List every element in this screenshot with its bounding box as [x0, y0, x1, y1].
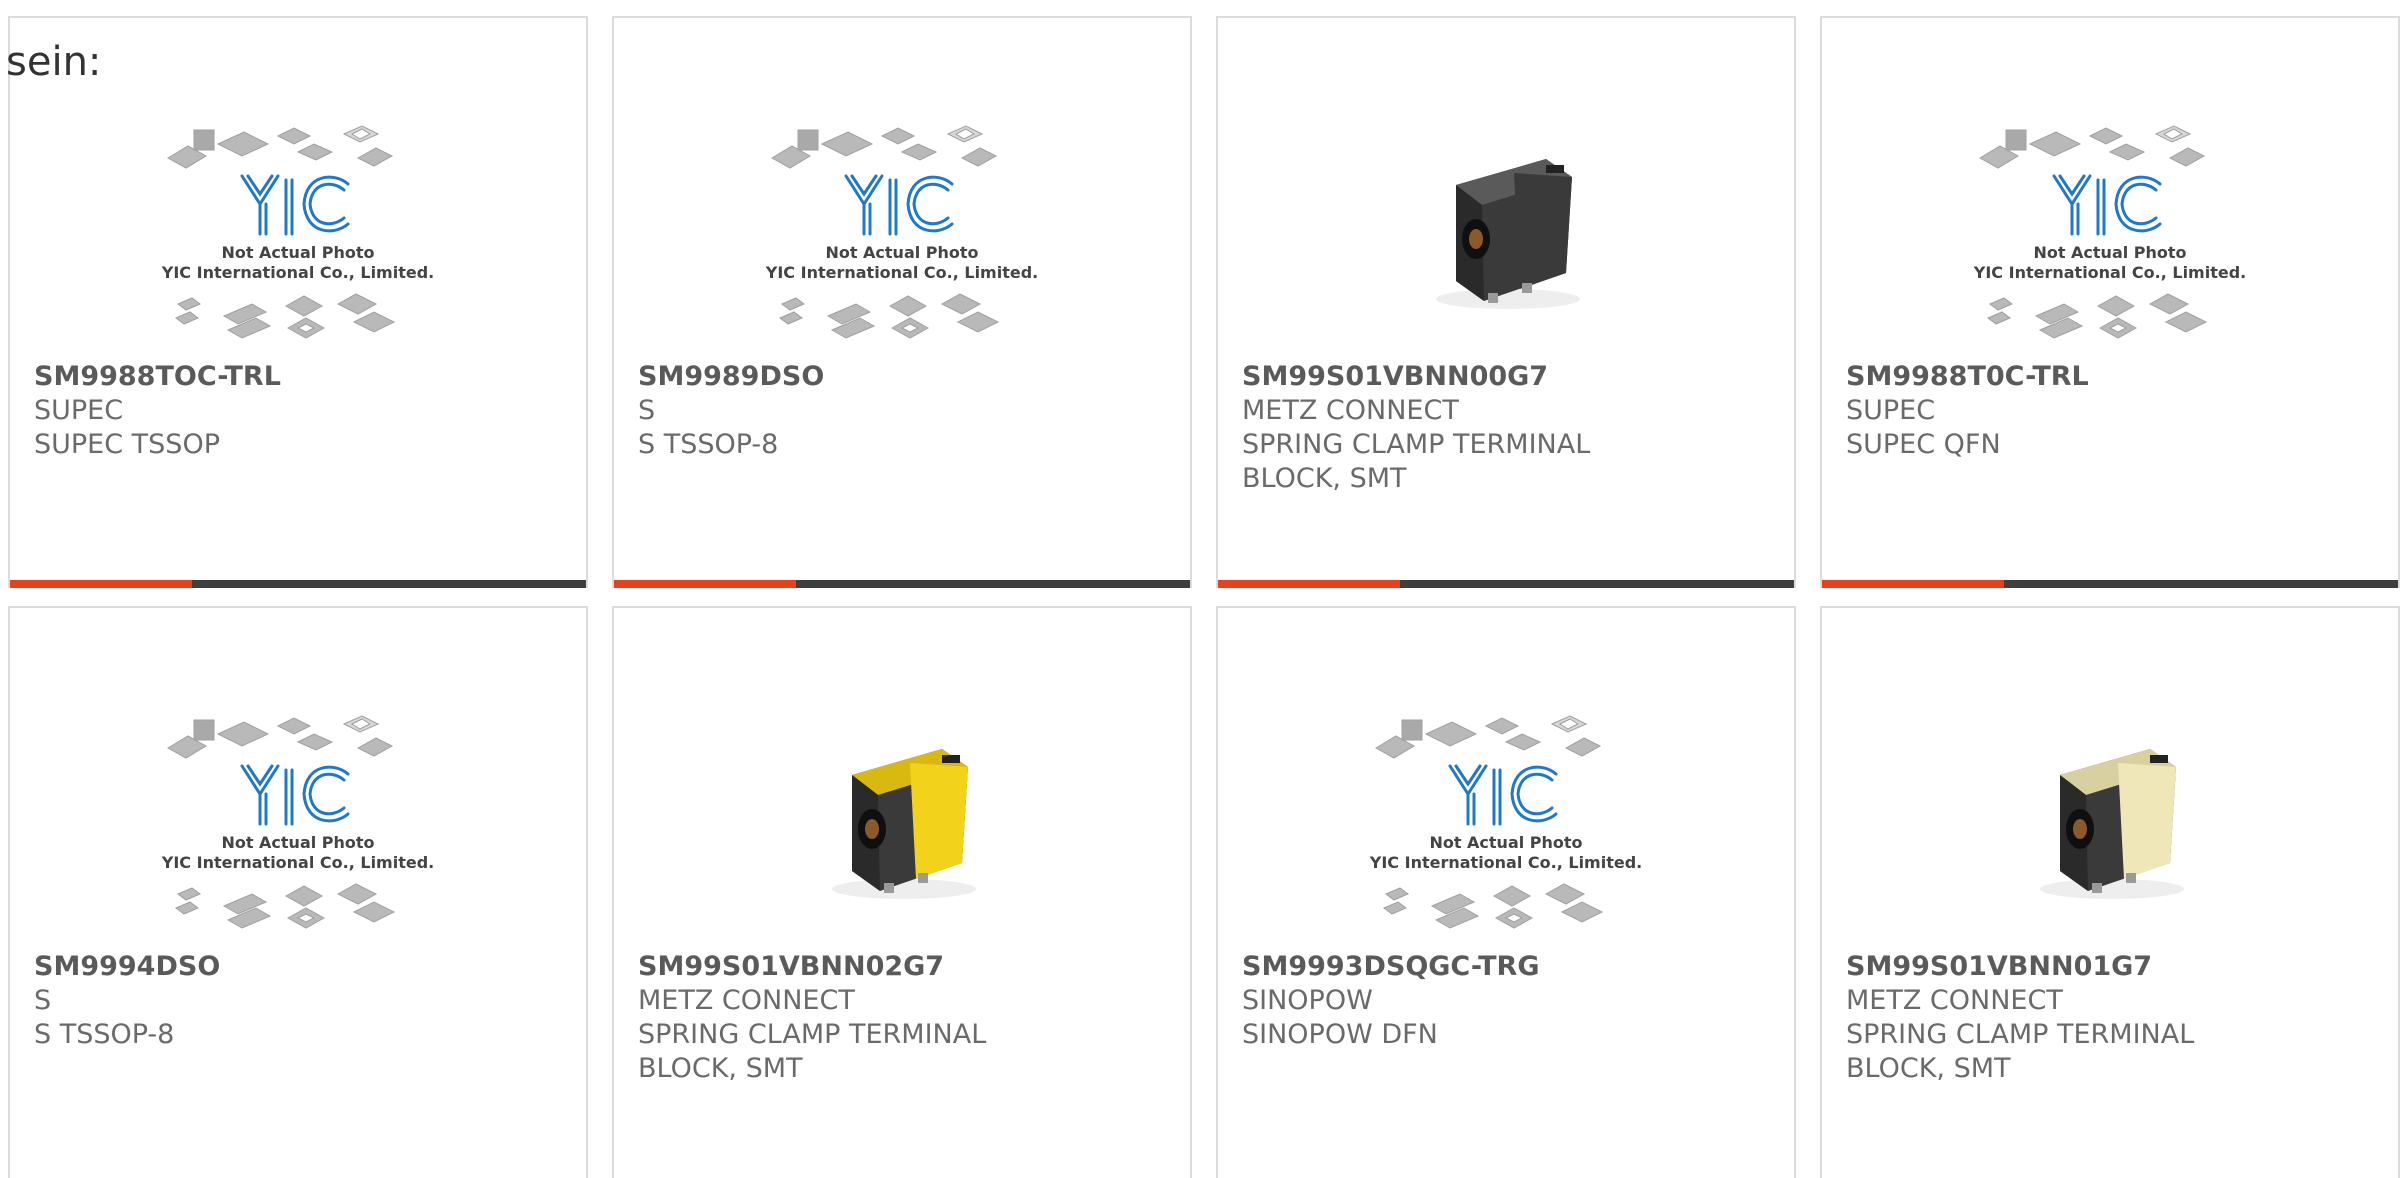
placeholder-line1: Not Actual Photo	[221, 243, 374, 262]
manufacturer: S	[34, 985, 52, 1016]
part-number-link[interactable]: SM99S01VBNN00G7	[1242, 360, 1774, 394]
product-info: SM9988T0C-TRL SUPEC SUPEC QFN	[1846, 360, 2378, 462]
card-bottom-bar	[10, 580, 586, 588]
card-bar-accent	[10, 580, 192, 588]
placeholder-line2: YIC International Co., Limited.	[161, 263, 434, 282]
part-number-link[interactable]: SM9989DSO	[638, 360, 1170, 394]
product-card[interactable]: SM99S01VBNN00G7 METZ CONNECT SPRING CLAMP …	[1216, 16, 1796, 588]
card-bottom-bar	[614, 580, 1190, 588]
product-info: SM9993DSQGC-TRG SINOPOW SINOPOW DFN	[1242, 950, 1774, 1052]
manufacturer: S	[638, 395, 656, 426]
placeholder-line2: YIC International Co., Limited.	[161, 853, 434, 872]
card-bottom-bar	[1822, 580, 2398, 588]
part-number-link[interactable]: SM9988TOC-TRL	[34, 360, 566, 394]
product-info: SM9988TOC-TRL SUPEC SUPEC TSSOP	[34, 360, 566, 462]
manufacturer: METZ CONNECT	[1242, 395, 1459, 426]
product-card[interactable]: SM99S01VBNN02G7 METZ CONNECT SPRING CLAMP …	[612, 606, 1192, 1178]
part-number-link[interactable]: SM9988T0C-TRL	[1846, 360, 2378, 394]
product-info: SM99S01VBNN02G7 METZ CONNECT SPRING CLAMP …	[638, 950, 1170, 1086]
product-image[interactable]: Not Actual Photo YIC International Co., …	[10, 98, 586, 368]
product-info: SM9989DSO S S TSSOP-8	[638, 360, 1170, 462]
product-description: SPRING CLAMP TERMINAL BLOCK, SMT	[638, 1019, 987, 1084]
placeholder-line1: Not Actual Photo	[1429, 833, 1582, 852]
manufacturer: SUPEC	[34, 395, 124, 426]
manufacturer: METZ CONNECT	[1846, 985, 2063, 1016]
card-bottom-bar	[1218, 580, 1794, 588]
product-description: SUPEC QFN	[1846, 429, 2001, 460]
product-info: SM9994DSO S S TSSOP-8	[34, 950, 566, 1052]
placeholder-image: Not Actual Photo YIC International Co., …	[161, 715, 434, 929]
placeholder-line1: Not Actual Photo	[825, 243, 978, 262]
placeholder-image: Not Actual Photo YIC International Co., …	[1973, 125, 2246, 339]
product-description: SPRING CLAMP TERMINAL BLOCK, SMT	[1846, 1019, 2195, 1084]
product-card[interactable]: Not Actual Photo YIC International Co., …	[8, 16, 588, 588]
part-number-link[interactable]: SM99S01VBNN01G7	[1846, 950, 2378, 984]
card-bar-rest	[1400, 580, 1794, 588]
connector-image	[1436, 159, 1580, 309]
placeholder-line2: YIC International Co., Limited.	[1973, 263, 2246, 282]
product-image[interactable]: Not Actual Photo YIC International Co., …	[1822, 98, 2398, 368]
product-image[interactable]: Not Actual Photo YIC International Co., …	[1218, 688, 1794, 958]
manufacturer: SINOPOW	[1242, 985, 1373, 1016]
placeholder-image: Not Actual Photo YIC International Co., …	[765, 125, 1038, 339]
placeholder-image: Not Actual Photo YIC International Co., …	[161, 125, 434, 339]
product-card[interactable]: Not Actual Photo YIC International Co., …	[1216, 606, 1796, 1178]
product-image[interactable]: Not Actual Photo YIC International Co., …	[10, 688, 586, 958]
product-description: SPRING CLAMP TERMINAL BLOCK, SMT	[1242, 429, 1591, 494]
card-bar-accent	[1822, 580, 2004, 588]
product-image[interactable]: Not Actual Photo YIC International Co., …	[614, 98, 1190, 368]
product-info: SM99S01VBNN01G7 METZ CONNECT SPRING CLAMP …	[1846, 950, 2378, 1086]
card-bar-accent	[1218, 580, 1400, 588]
manufacturer: METZ CONNECT	[638, 985, 855, 1016]
product-card[interactable]: SM99S01VBNN01G7 METZ CONNECT SPRING CLAMP …	[1820, 606, 2400, 1178]
manufacturer: SUPEC	[1846, 395, 1936, 426]
part-number-link[interactable]: SM9994DSO	[34, 950, 566, 984]
placeholder-line2: YIC International Co., Limited.	[765, 263, 1038, 282]
connector-image	[2040, 749, 2184, 899]
connector-image	[832, 749, 976, 899]
product-card[interactable]: Not Actual Photo YIC International Co., …	[8, 606, 588, 1178]
product-description: SUPEC TSSOP	[34, 429, 220, 460]
product-image[interactable]	[1218, 98, 1794, 368]
product-info: SM99S01VBNN00G7 METZ CONNECT SPRING CLAMP …	[1242, 360, 1774, 496]
part-number-link[interactable]: SM9993DSQGC-TRG	[1242, 950, 1774, 984]
page-label: sein:	[6, 39, 102, 85]
product-description: S TSSOP-8	[638, 429, 779, 460]
product-grid: Not Actual Photo YIC International Co., …	[0, 0, 2400, 1178]
card-bar-rest	[796, 580, 1190, 588]
product-card[interactable]: Not Actual Photo YIC International Co., …	[1820, 16, 2400, 588]
placeholder-image: Not Actual Photo YIC International Co., …	[1369, 715, 1642, 929]
product-image[interactable]	[1822, 688, 2398, 958]
card-bar-accent	[614, 580, 796, 588]
product-description: S TSSOP-8	[34, 1019, 175, 1050]
placeholder-line1: Not Actual Photo	[221, 833, 374, 852]
product-image[interactable]	[614, 688, 1190, 958]
part-number-link[interactable]: SM99S01VBNN02G7	[638, 950, 1170, 984]
product-card[interactable]: Not Actual Photo YIC International Co., …	[612, 16, 1192, 588]
placeholder-line1: Not Actual Photo	[2033, 243, 2186, 262]
card-bar-rest	[2004, 580, 2398, 588]
card-bar-rest	[192, 580, 586, 588]
product-description: SINOPOW DFN	[1242, 1019, 1438, 1050]
placeholder-line2: YIC International Co., Limited.	[1369, 853, 1642, 872]
